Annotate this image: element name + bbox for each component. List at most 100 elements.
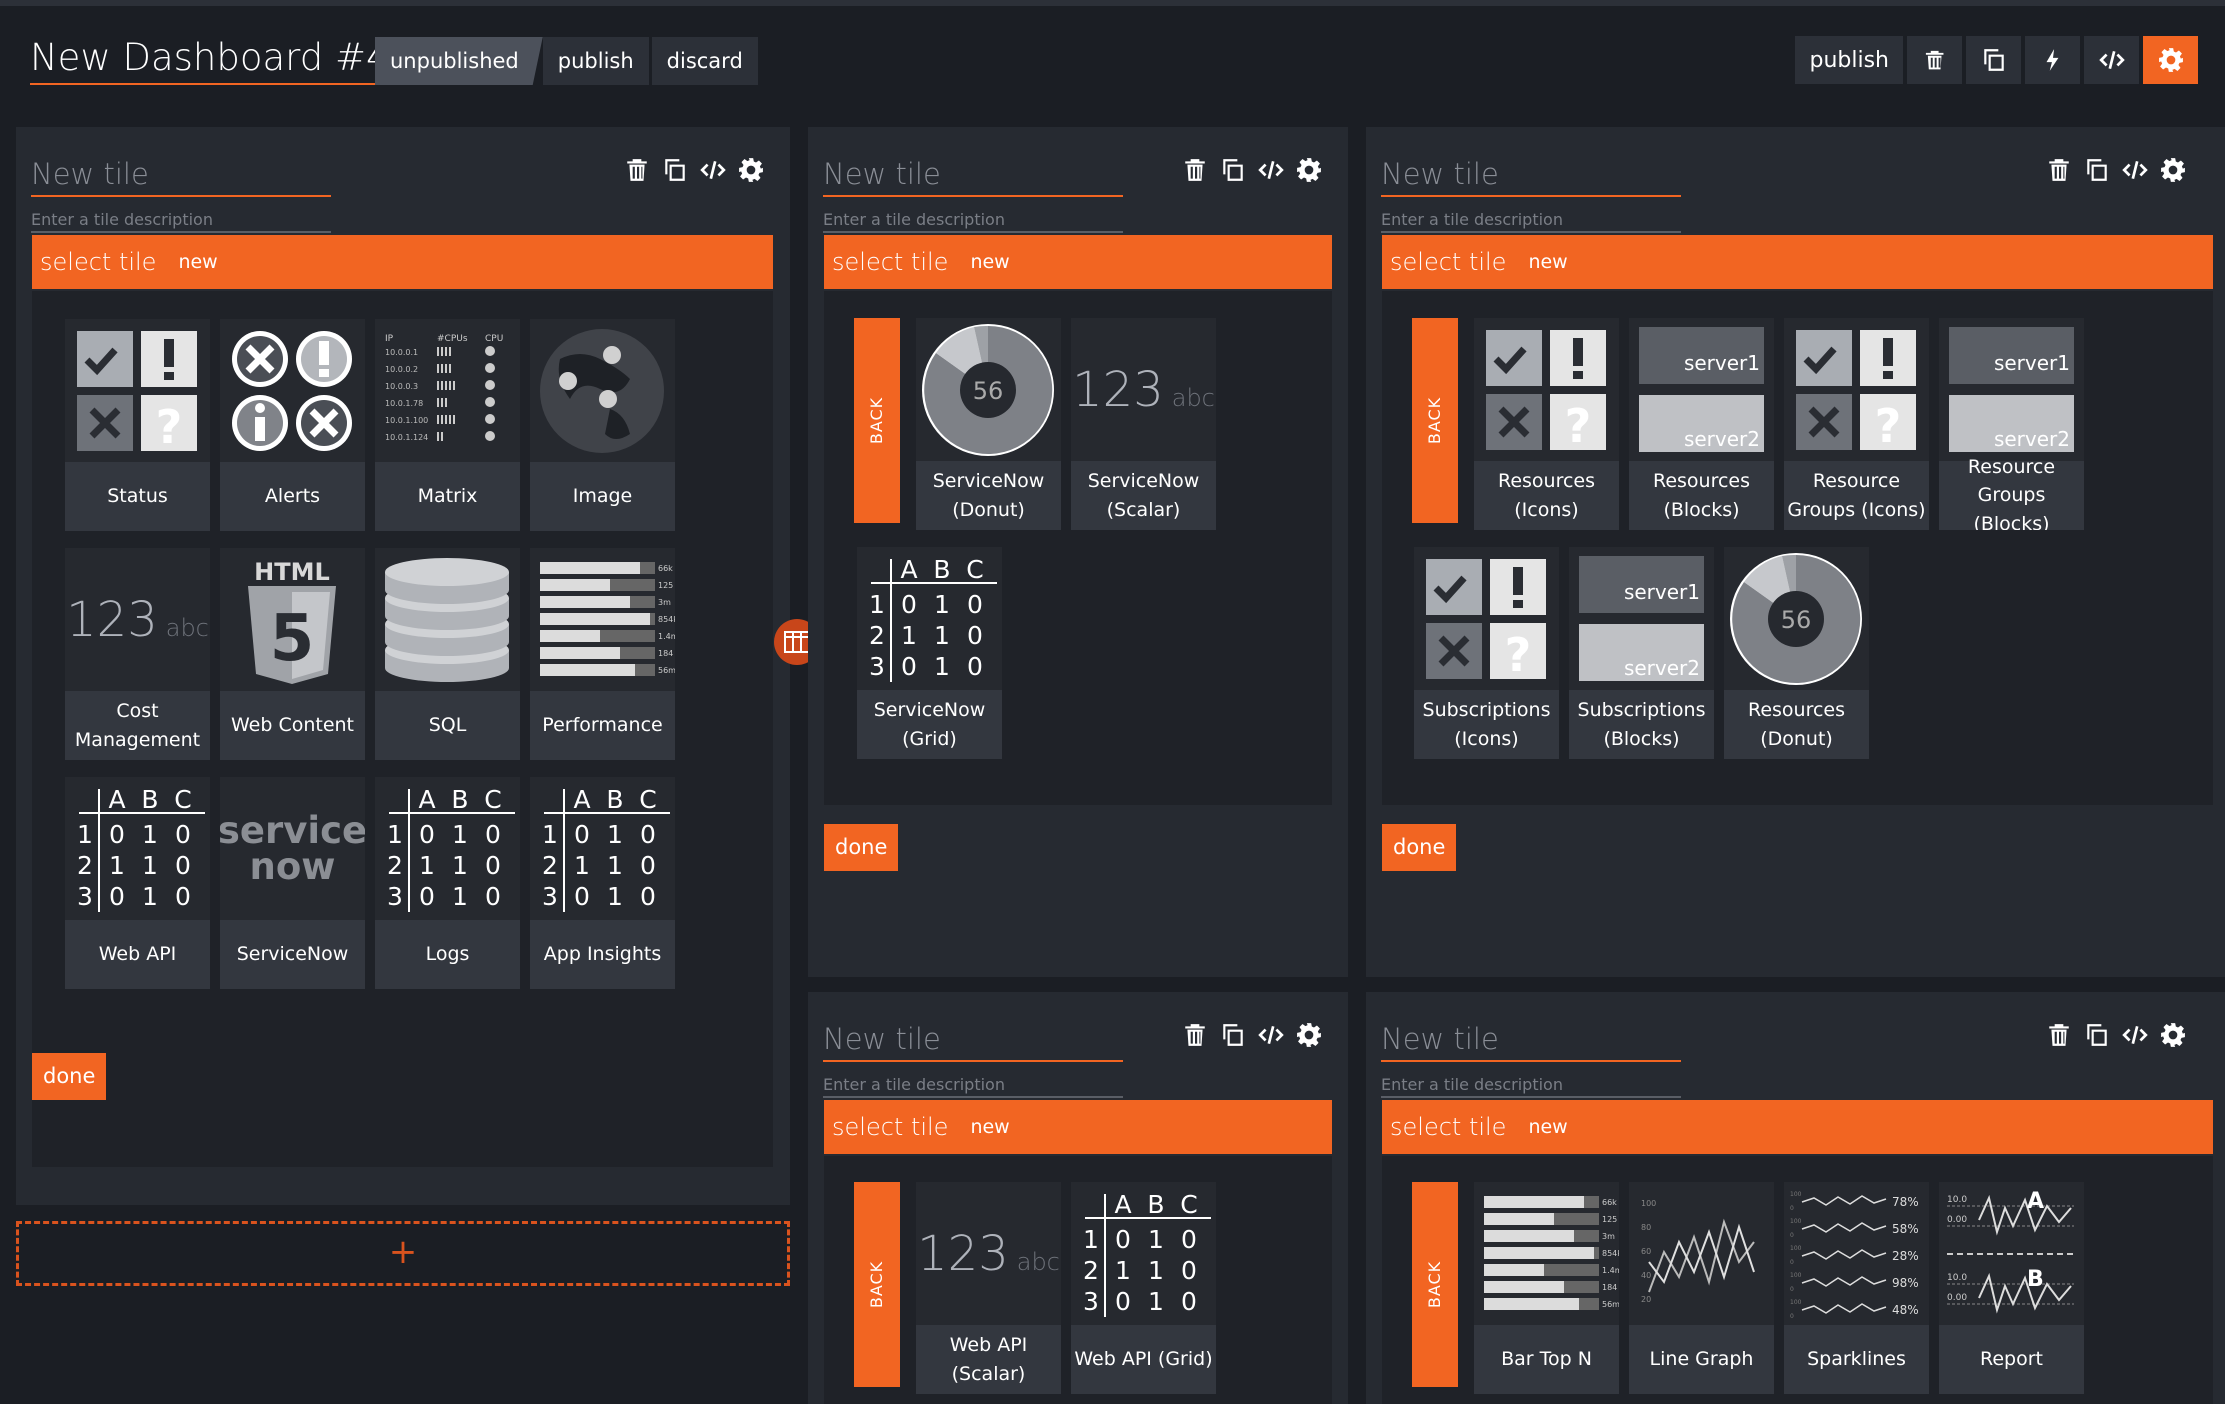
- copy-icon[interactable]: [662, 157, 688, 183]
- tile-type-card[interactable]: 100 0 78% 100 0 58% 100 0 28% 100 0 98% 100 0 48% Spark…: [1784, 1182, 1929, 1394]
- svg-text:0: 0: [1181, 1287, 1197, 1316]
- gear-icon[interactable]: [1296, 1022, 1322, 1048]
- tile-type-card[interactable]: IP #CPUs CPU 10.0.0.1 10.0.0.2 10.0.0.3 10.0.1…: [375, 319, 520, 531]
- new-tile-link[interactable]: new: [970, 1116, 1009, 1138]
- tile-type-card[interactable]: service now ServiceNow: [220, 777, 365, 989]
- tile-description-input[interactable]: Enter a tile description: [823, 1069, 1123, 1098]
- tile-description-input[interactable]: Enter a tile description: [31, 204, 331, 233]
- svg-text:2: 2: [387, 851, 403, 880]
- tile-type-card[interactable]: 66k 125 3m 854k 1.4m 184 56m Bar Top N: [1474, 1182, 1619, 1394]
- back-button[interactable]: BACK: [1412, 318, 1458, 523]
- new-tile-link[interactable]: new: [970, 251, 1009, 273]
- trash-icon[interactable]: [1182, 157, 1208, 183]
- back-button[interactable]: BACK: [854, 318, 900, 523]
- tile-type-card[interactable]: A B C 1 0 1 0 2 1 1 0 3 0 1 0 Logs: [375, 777, 520, 989]
- tile-title-input[interactable]: New tile: [1381, 157, 1681, 197]
- new-tile-link[interactable]: new: [1528, 251, 1567, 273]
- bolt-icon: [2046, 49, 2058, 71]
- code-icon[interactable]: [1258, 157, 1284, 183]
- tile-type-label: ServiceNow (Grid): [873, 699, 986, 750]
- tile-description-input[interactable]: Enter a tile description: [823, 204, 1123, 233]
- tile-type-card[interactable]: Alerts: [220, 319, 365, 531]
- select-tile-label[interactable]: select tile: [832, 248, 948, 276]
- tile-type-label: ServiceNow: [236, 943, 349, 966]
- code-icon[interactable]: [700, 157, 726, 183]
- delete-dashboard-button[interactable]: [1907, 36, 1962, 84]
- alerts-icon: [232, 331, 352, 451]
- done-button[interactable]: done: [32, 1053, 107, 1100]
- tile-type-card[interactable]: server1 server2 Subscriptions (Blocks): [1569, 547, 1714, 759]
- code-icon[interactable]: [1258, 1022, 1284, 1048]
- tile-type-card[interactable]: 123 abc ServiceNow (Scalar): [1071, 318, 1216, 530]
- svg-text:0: 0: [109, 882, 125, 911]
- select-tile-label[interactable]: select tile: [832, 1113, 948, 1141]
- gear-icon[interactable]: [738, 157, 764, 183]
- copy-icon[interactable]: [1220, 1022, 1246, 1048]
- tile-type-card[interactable]: Image: [530, 319, 675, 531]
- svg-text:#CPUs: #CPUs: [437, 334, 468, 344]
- tile-type-card[interactable]: ? Resources (Icons): [1474, 318, 1619, 530]
- gear-icon[interactable]: [2160, 1022, 2186, 1048]
- done-button[interactable]: done: [1382, 824, 1457, 871]
- discard-button[interactable]: discard: [651, 37, 758, 85]
- tile-type-card[interactable]: 100 80 60 40 20 Line Graph: [1629, 1182, 1774, 1394]
- copy-icon[interactable]: [2084, 1022, 2110, 1048]
- trash-icon[interactable]: [1182, 1022, 1208, 1048]
- tile-type-icon: [530, 319, 675, 462]
- svg-text:0.00: 0.00: [1947, 1215, 1967, 1225]
- copy-icon[interactable]: [2084, 157, 2110, 183]
- tile-type-card[interactable]: ? Status: [65, 319, 210, 531]
- tile-actions: [624, 157, 764, 183]
- select-tile-label[interactable]: select tile: [1390, 248, 1506, 276]
- tile-type-card[interactable]: HTML 5 Web Content: [220, 548, 365, 760]
- select-tile-label[interactable]: select tile: [1390, 1113, 1506, 1141]
- new-tile-link[interactable]: new: [1528, 1116, 1567, 1138]
- code-button[interactable]: [2084, 36, 2139, 84]
- trash-icon[interactable]: [624, 157, 650, 183]
- tile-type-card[interactable]: A B C 1 0 1 0 2 1 1 0 3 0 1 0 Web API: [65, 777, 210, 989]
- add-tile-button[interactable]: +: [16, 1221, 790, 1286]
- tile-type-card[interactable]: server1 server2 Resource Groups (Blocks): [1939, 318, 2084, 530]
- tile-title-input[interactable]: New tile: [823, 157, 1123, 197]
- tile-type-card[interactable]: ? Resource Groups (Icons): [1784, 318, 1929, 530]
- trash-icon[interactable]: [2046, 1022, 2072, 1048]
- gear-icon[interactable]: [2160, 157, 2186, 183]
- svg-text:0: 0: [175, 820, 191, 849]
- tile-title-input[interactable]: New tile: [31, 157, 331, 197]
- dashboard-toolbar: publish: [1791, 36, 2198, 84]
- tile-type-card[interactable]: 123 abc Web API (Scalar): [916, 1182, 1061, 1394]
- tile-type-card[interactable]: 66k 125 3m 854k 1.4m 184 56m Performance: [530, 548, 675, 760]
- tile-description-input[interactable]: Enter a tile description: [1381, 1069, 1681, 1098]
- trash-icon: [1925, 50, 1943, 70]
- tile-type-card[interactable]: SQL: [375, 548, 520, 760]
- select-tile-label[interactable]: select tile: [40, 248, 156, 276]
- tile-title-input[interactable]: New tile: [823, 1022, 1123, 1062]
- tile-title-input[interactable]: New tile: [1381, 1022, 1681, 1062]
- copy-icon[interactable]: [1220, 157, 1246, 183]
- new-tile-link[interactable]: new: [178, 251, 217, 273]
- copy-dashboard-button[interactable]: [1966, 36, 2021, 84]
- tile-type-card[interactable]: A B C 1 0 1 0 2 1 1 0 3 0 1 0 Web API (Grid): [1071, 1182, 1216, 1394]
- code-icon[interactable]: [2122, 157, 2148, 183]
- tile-type-card[interactable]: 56 Resources (Donut): [1724, 547, 1869, 759]
- refresh-button[interactable]: [2025, 36, 2080, 84]
- tile-type-card[interactable]: ? Subscriptions (Icons): [1414, 547, 1559, 759]
- settings-button[interactable]: [2143, 36, 2198, 84]
- tile-type-card[interactable]: 56 ServiceNow (Donut): [916, 318, 1061, 530]
- tile-type-card[interactable]: A B C 1 0 1 0 2 1 1 0 3 0 1 0 ServiceNow (Grid): [857, 547, 1002, 759]
- back-button[interactable]: BACK: [854, 1182, 900, 1387]
- code-icon[interactable]: [2122, 1022, 2148, 1048]
- publish-button[interactable]: publish: [542, 37, 649, 85]
- back-button[interactable]: BACK: [1412, 1182, 1458, 1387]
- tile-type-card[interactable]: 123 abc Cost Management: [65, 548, 210, 760]
- tile-type-card[interactable]: A B C 1 0 1 0 2 1 1 0 3 0 1 0 App Insights: [530, 777, 675, 989]
- tile-description-input[interactable]: Enter a tile description: [1381, 204, 1681, 233]
- trash-icon[interactable]: [2046, 157, 2072, 183]
- toolbar-publish-button[interactable]: publish: [1795, 36, 1903, 84]
- gear-icon[interactable]: [1296, 157, 1322, 183]
- tile-type-card[interactable]: server1 server2 Resources (Blocks): [1629, 318, 1774, 530]
- dashboard-title[interactable]: New Dashboard #4: [30, 37, 396, 85]
- done-button[interactable]: done: [824, 824, 899, 871]
- tile-type-label: Resource Groups (Blocks): [1967, 455, 2056, 530]
- tile-type-card[interactable]: 10.0 0.00 A 10.0 0.00 B Report: [1939, 1182, 2084, 1394]
